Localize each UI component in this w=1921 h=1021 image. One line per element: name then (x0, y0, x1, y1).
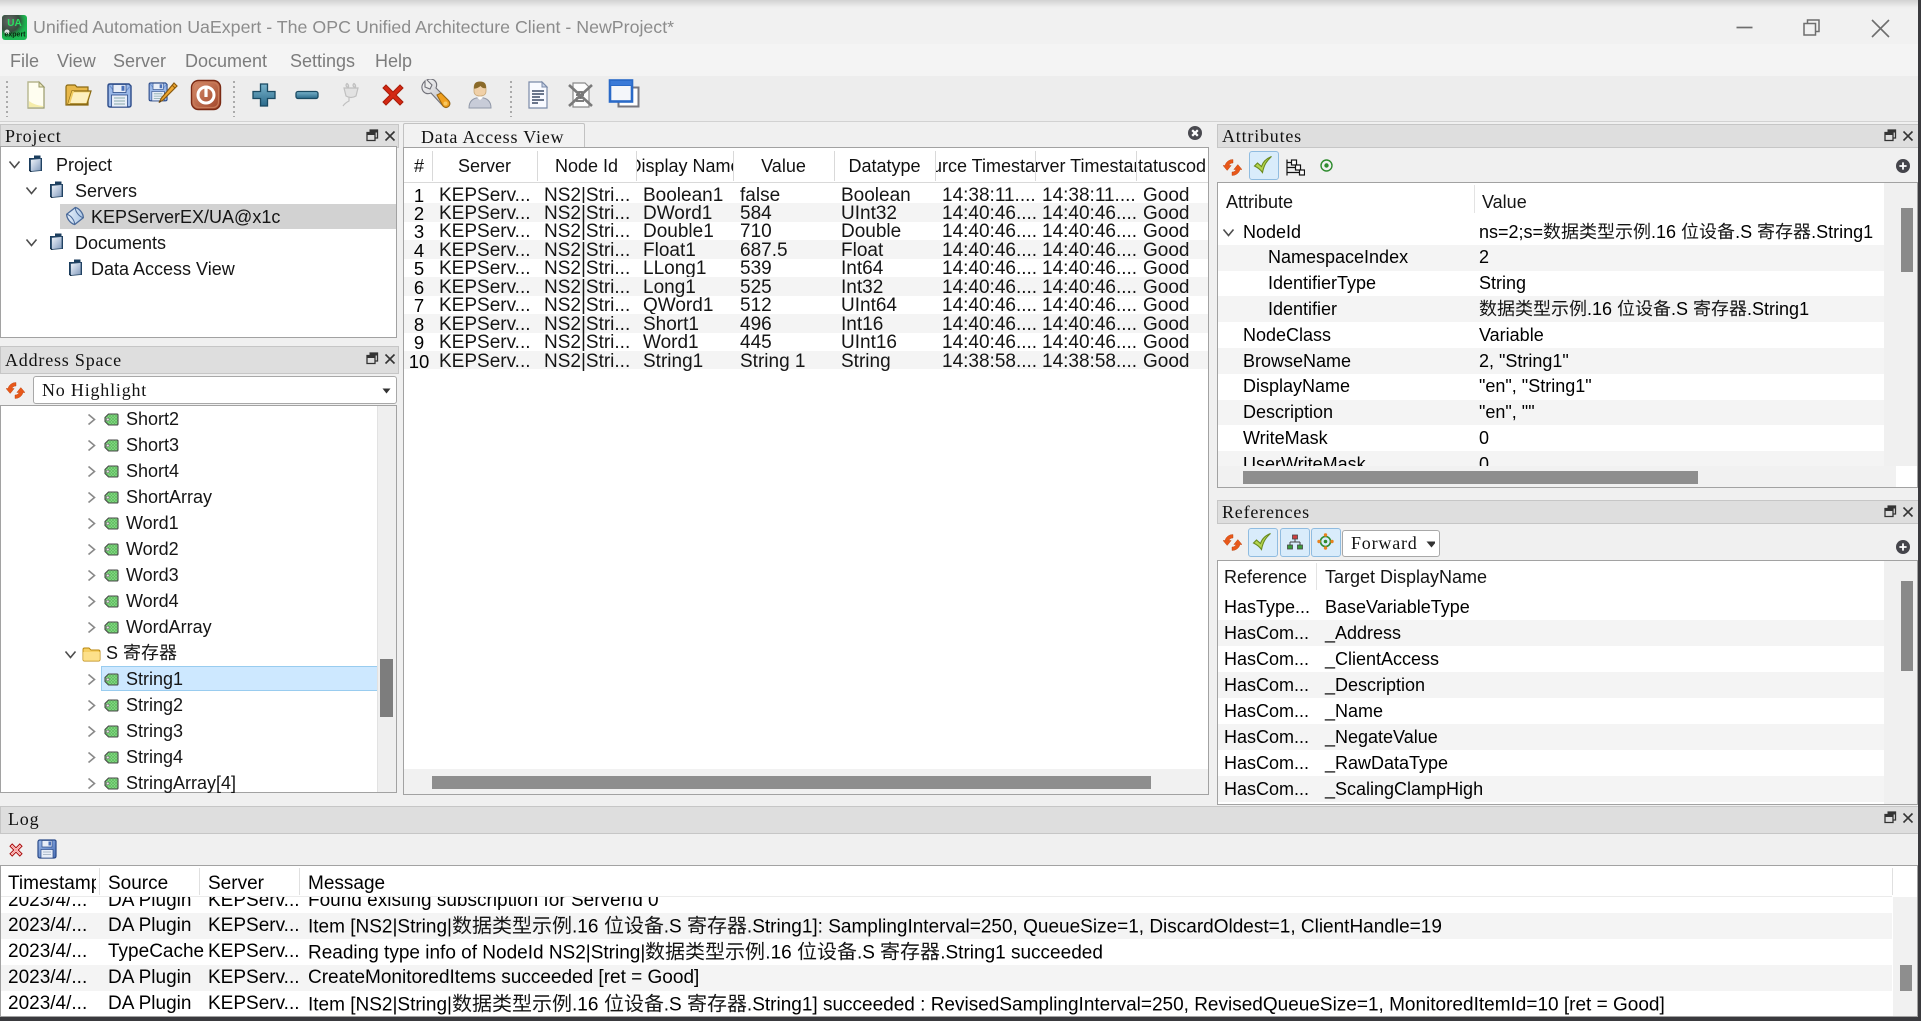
svg-text:expert: expert (4, 32, 26, 39)
svg-text:UA: UA (7, 18, 21, 29)
